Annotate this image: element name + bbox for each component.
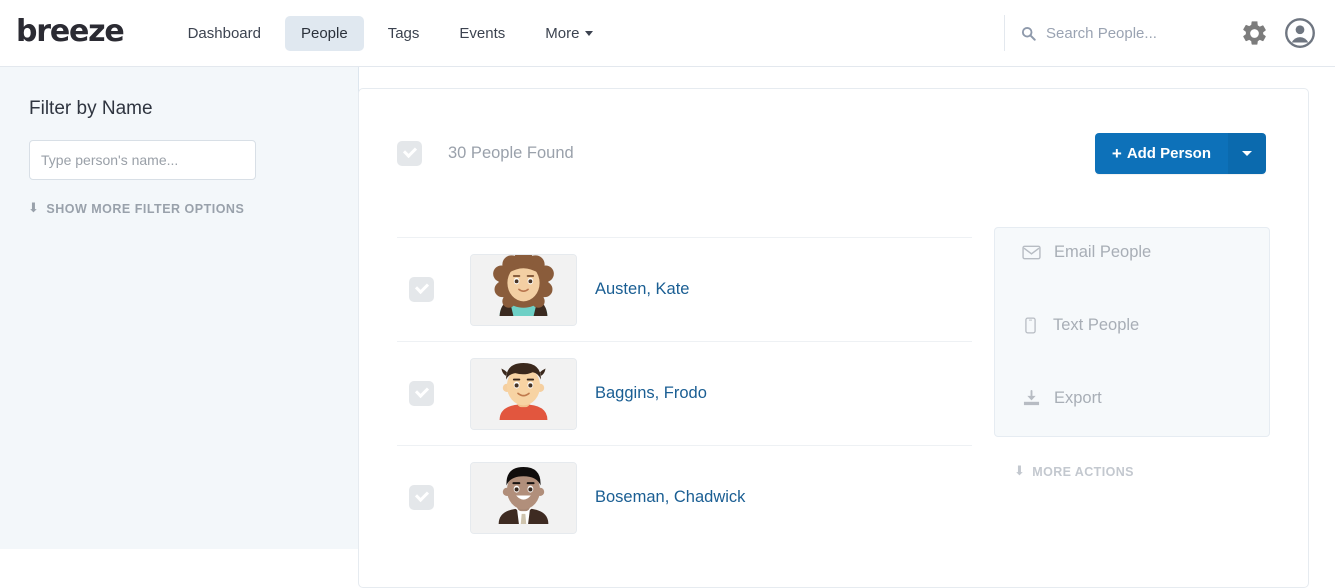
bulk-actions-panel: Email People Text People Export xyxy=(994,227,1270,437)
search-box[interactable] xyxy=(1004,15,1214,51)
caret-down-icon xyxy=(1242,151,1252,156)
text-people-action[interactable]: Text People xyxy=(1019,316,1139,335)
nav-item-people[interactable]: People xyxy=(284,15,364,51)
main-navigation: Dashboard People Tags Events More xyxy=(172,15,618,51)
show-more-filter-options-label: SHOW MORE FILTER OPTIONS xyxy=(46,201,245,216)
table-row[interactable]: Austen, Kate xyxy=(397,237,972,341)
export-label: Export xyxy=(1054,389,1102,407)
nav-item-dashboard[interactable]: Dashboard xyxy=(172,16,277,51)
person-name-link[interactable]: Baggins, Frodo xyxy=(595,384,707,403)
plus-icon: + xyxy=(1111,144,1122,163)
avatar xyxy=(470,357,577,430)
table-row[interactable]: Baggins, Frodo xyxy=(397,341,972,445)
nav-label: Events xyxy=(459,24,506,42)
row-checkbox[interactable] xyxy=(409,381,434,406)
nav-item-tags[interactable]: Tags xyxy=(372,16,436,51)
download-icon xyxy=(1020,390,1042,407)
chevron-down-icon xyxy=(585,30,594,36)
filter-sidebar: Filter by Name ⬇ SHOW MORE FILTER OPTION… xyxy=(0,67,359,549)
mobile-phone-icon xyxy=(1019,317,1041,334)
filter-panel-title: Filter by Name xyxy=(29,98,153,119)
email-people-action[interactable]: Email People xyxy=(1020,243,1151,262)
add-person-button-group: + Add Person xyxy=(1094,133,1266,174)
nav-label: Tags xyxy=(387,24,420,42)
more-actions-label: MORE ACTIONS xyxy=(1032,464,1134,479)
export-action[interactable]: Export xyxy=(1020,389,1102,408)
show-more-filter-options-button[interactable]: ⬇ SHOW MORE FILTER OPTIONS xyxy=(28,201,244,216)
results-count-label: 30 People Found xyxy=(448,144,574,162)
email-people-label: Email People xyxy=(1054,243,1152,261)
add-person-dropdown-toggle[interactable] xyxy=(1228,133,1266,174)
more-actions-button[interactable]: ⬇ MORE ACTIONS xyxy=(1014,464,1134,479)
name-filter-input[interactable] xyxy=(29,140,256,180)
top-header: breeze Dashboard People Tags Events More xyxy=(0,0,1335,67)
nav-label: Dashboard xyxy=(187,24,261,42)
people-card: 30 People Found + Add Person Austen, Kat… xyxy=(358,88,1309,588)
nav-label: People xyxy=(300,24,348,42)
envelope-icon xyxy=(1020,245,1042,260)
person-name-link[interactable]: Austen, Kate xyxy=(595,280,689,299)
text-people-label: Text People xyxy=(1053,316,1140,334)
nav-label: More xyxy=(545,24,580,42)
person-name-link[interactable]: Boseman, Chadwick xyxy=(595,488,745,507)
nav-item-events[interactable]: Events xyxy=(443,16,521,51)
search-icon xyxy=(1021,26,1036,41)
header-right-group xyxy=(1004,0,1335,66)
add-person-button[interactable]: + Add Person xyxy=(1094,133,1228,174)
row-checkbox[interactable] xyxy=(409,277,434,302)
avatar xyxy=(470,461,577,534)
arrow-down-icon: ⬇ xyxy=(1014,464,1026,479)
breeze-logo[interactable]: breeze xyxy=(16,17,125,49)
select-all-checkbox[interactable] xyxy=(397,141,422,166)
nav-item-more[interactable]: More xyxy=(529,16,609,51)
table-row[interactable]: Boseman, Chadwick xyxy=(397,445,972,549)
search-input[interactable] xyxy=(1044,23,1214,43)
add-person-label: Add Person xyxy=(1126,145,1211,162)
results-header: 30 People Found xyxy=(397,141,574,166)
people-list: Austen, Kate Baggins, Frodo Boseman, Cha… xyxy=(397,237,972,549)
avatar xyxy=(470,253,577,326)
arrow-down-icon: ⬇ xyxy=(28,201,40,216)
gear-icon[interactable] xyxy=(1240,19,1269,48)
user-avatar-icon[interactable] xyxy=(1285,18,1315,48)
row-checkbox[interactable] xyxy=(409,485,434,510)
